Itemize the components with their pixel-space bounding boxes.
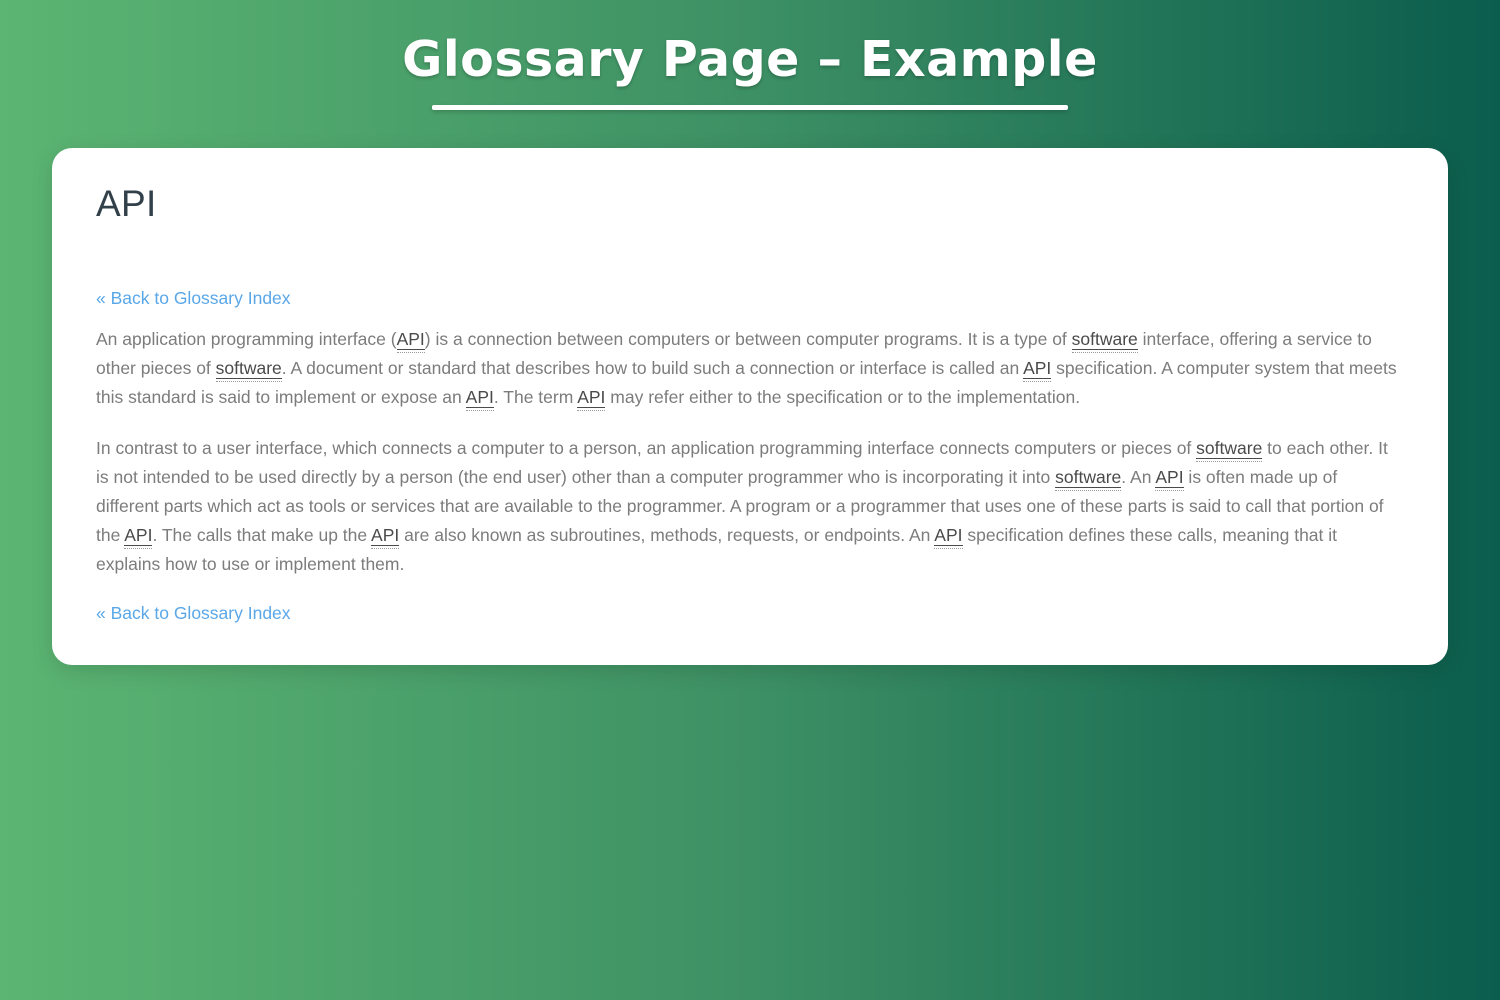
glossary-term-link[interactable]: software [1071, 328, 1138, 350]
glossary-term-link[interactable]: software [215, 357, 282, 379]
glossary-term-link[interactable]: API [465, 386, 494, 408]
back-to-glossary-index-link-bottom[interactable]: « Back to Glossary Index [96, 601, 291, 626]
back-to-glossary-index-link-top[interactable]: « Back to Glossary Index [96, 286, 291, 311]
glossary-card: API « Back to Glossary Index An applicat… [52, 148, 1448, 666]
title-underline-rule [432, 105, 1068, 111]
definition-paragraph: An application programming interface (AP… [96, 328, 1397, 408]
glossary-term-link[interactable]: API [396, 328, 425, 350]
glossary-term-link[interactable]: API [934, 524, 963, 546]
glossary-term-link[interactable]: API [577, 386, 606, 408]
page-title: Glossary Page – Example [402, 31, 1098, 88]
glossary-term-link[interactable]: API [124, 524, 153, 546]
page-header: Glossary Page – Example [0, 0, 1500, 111]
page-root: Glossary Page – Example API « Back to Gl… [0, 0, 1500, 1000]
glossary-term-link[interactable]: API [1023, 357, 1052, 379]
glossary-term-heading: API [96, 183, 157, 224]
glossary-term-link[interactable]: software [1196, 437, 1263, 459]
definition-paragraph: In contrast to a user interface, which c… [96, 437, 1388, 574]
glossary-definition-body: An application programming interface (AP… [96, 325, 1404, 579]
glossary-term-link[interactable]: API [1155, 466, 1184, 488]
glossary-term-link[interactable]: API [371, 524, 400, 546]
glossary-term-link[interactable]: software [1055, 466, 1122, 488]
